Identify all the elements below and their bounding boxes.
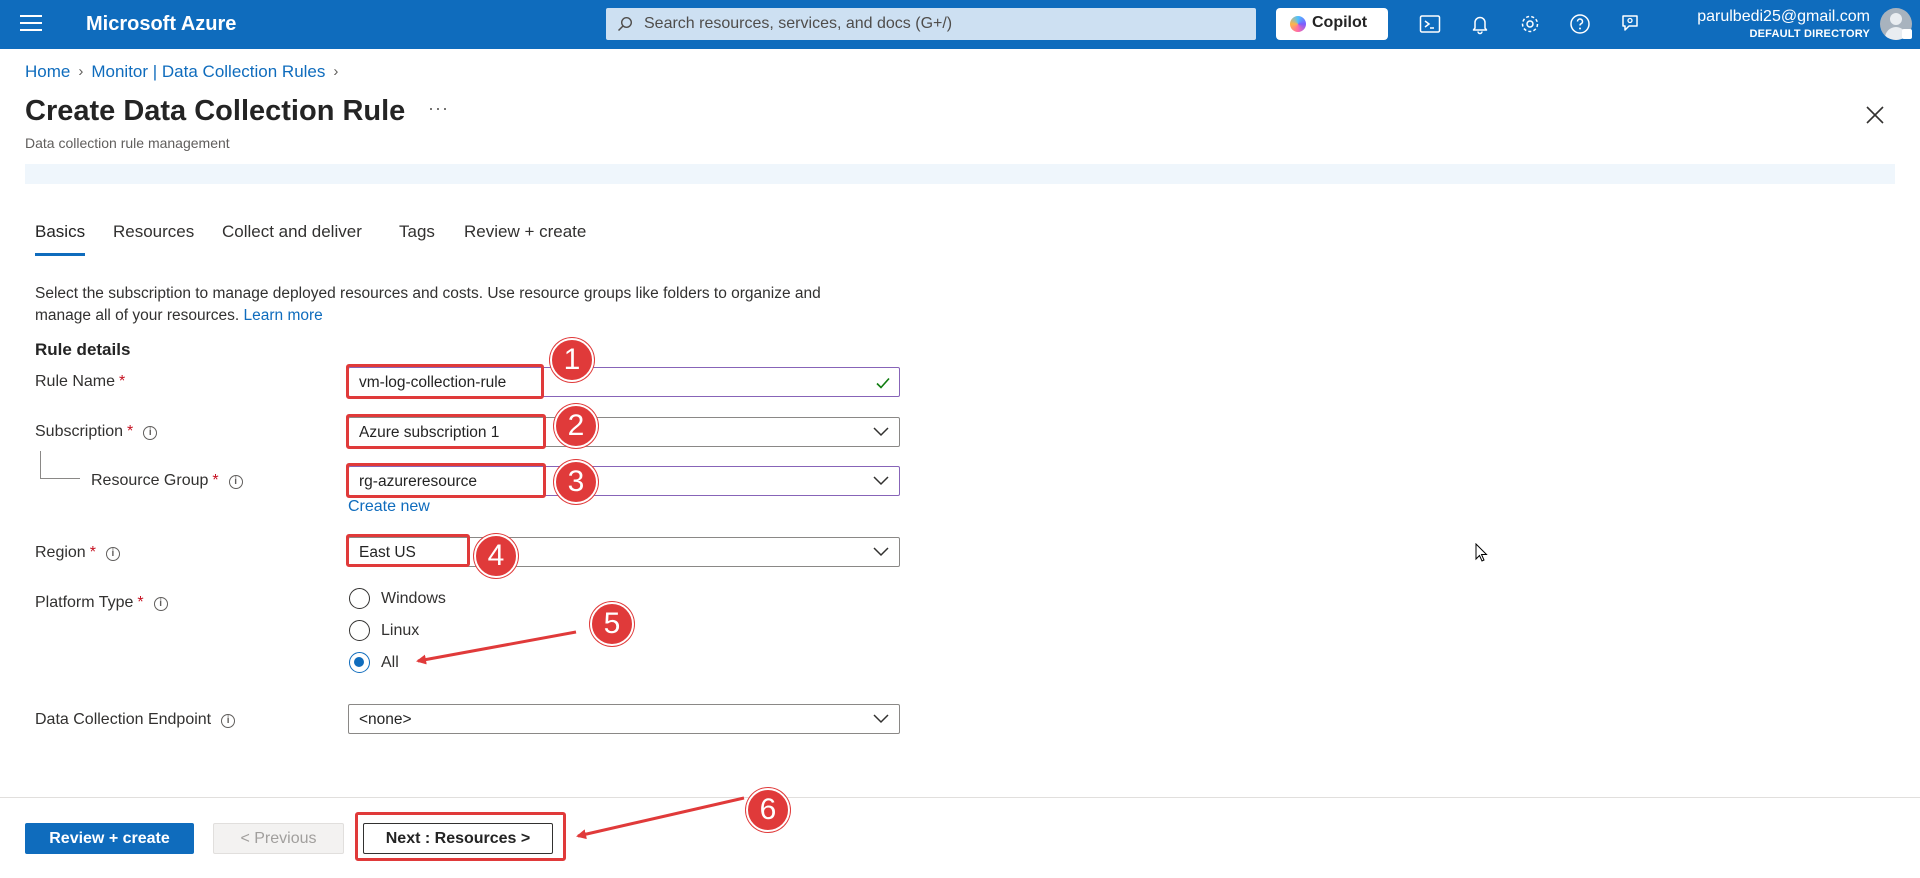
copilot-label: Copilot [1312,14,1368,31]
tab-resources[interactable]: Resources [113,222,194,256]
intro-description: Select the subscription to manage deploy… [35,285,821,324]
highlight-next-button [355,812,566,861]
step-badge-2: 2 [554,404,598,448]
subscription-label: Subscription * i [35,423,158,441]
info-icon[interactable]: i [105,547,120,561]
top-bar: Microsoft Azure Copilot parulbedi25@gmai… [0,0,1920,49]
platform-type-label: Platform Type * i [35,594,168,612]
rule-name-label: Rule Name * [35,373,126,390]
chevron-down-icon [873,427,889,437]
search-icon [617,16,633,32]
endpoint-value: <none> [359,711,412,728]
help-icon[interactable] [1568,12,1592,36]
intro-text: Select the subscription to manage deploy… [35,283,875,327]
chevron-down-icon [873,547,889,557]
step-badge-3: 3 [554,460,598,504]
copilot-button[interactable]: Copilot [1276,8,1388,40]
info-icon[interactable]: i [143,426,158,440]
brand-title[interactable]: Microsoft Azure [86,13,236,36]
section-rule-details: Rule details [35,340,131,359]
previous-button[interactable]: < Previous [213,823,344,854]
step-badge-4: 4 [474,534,518,578]
tab-collect-and-deliver[interactable]: Collect and deliver [222,222,362,256]
user-account[interactable]: parulbedi25@gmail.com DEFAULT DIRECTORY [1697,8,1870,40]
user-directory: DEFAULT DIRECTORY [1749,28,1870,40]
menu-icon[interactable] [20,15,42,33]
info-icon[interactable]: i [228,475,243,489]
arrow-to-next-button [576,796,745,840]
endpoint-dropdown[interactable]: <none> [348,704,900,734]
more-options-icon[interactable]: ··· [428,98,449,119]
resource-group-label: Resource Group * i [91,472,243,490]
chevron-right-icon: › [333,63,339,81]
chevron-down-icon [873,476,889,486]
lock-icon [1902,29,1912,39]
tree-connector [40,451,80,479]
info-icon[interactable]: i [153,597,168,611]
feedback-icon[interactable] [1618,12,1642,36]
highlight-rule-name [346,364,544,399]
gear-icon[interactable] [1518,12,1542,36]
checkmark-icon [876,377,890,389]
footer-divider [0,797,1920,798]
highlight-region [346,534,470,567]
chevron-down-icon [873,714,889,724]
learn-more-link[interactable]: Learn more [244,307,323,324]
endpoint-label: Data Collection Endpoint i [35,711,236,729]
review-create-button[interactable]: Review + create [25,823,194,854]
cloud-shell-icon[interactable] [1418,12,1442,36]
annotation-arrows [416,630,745,840]
chevron-right-icon: › [78,63,84,81]
global-search[interactable] [606,8,1256,40]
region-label: Region * i [35,544,120,562]
mouse-cursor-icon [1475,543,1488,562]
highlight-resource-group [346,463,546,498]
tab-tags[interactable]: Tags [399,222,435,256]
user-email: parulbedi25@gmail.com [1697,8,1870,25]
step-badge-6: 6 [746,788,790,832]
highlight-subscription [346,414,546,449]
tab-review-create[interactable]: Review + create [464,222,586,256]
info-icon[interactable]: i [221,714,236,728]
info-banner [25,164,1895,184]
page-subtitle: Data collection rule management [25,135,230,151]
breadcrumb: Home › Monitor | Data Collection Rules › [25,61,346,82]
arrow-to-all-option [416,630,577,665]
search-input[interactable] [644,8,1244,40]
tab-basics[interactable]: Basics [35,222,86,256]
step-badge-1: 1 [550,338,594,382]
step-badge-5: 5 [590,602,634,646]
close-icon[interactable] [1864,104,1886,126]
create-new-link[interactable]: Create new [348,498,430,516]
breadcrumb-monitor[interactable]: Monitor | Data Collection Rules [91,62,325,82]
copilot-icon [1290,16,1306,32]
breadcrumb-home[interactable]: Home [25,62,70,82]
bell-icon[interactable] [1468,12,1492,36]
page-title: Create Data Collection Rule [25,95,406,127]
